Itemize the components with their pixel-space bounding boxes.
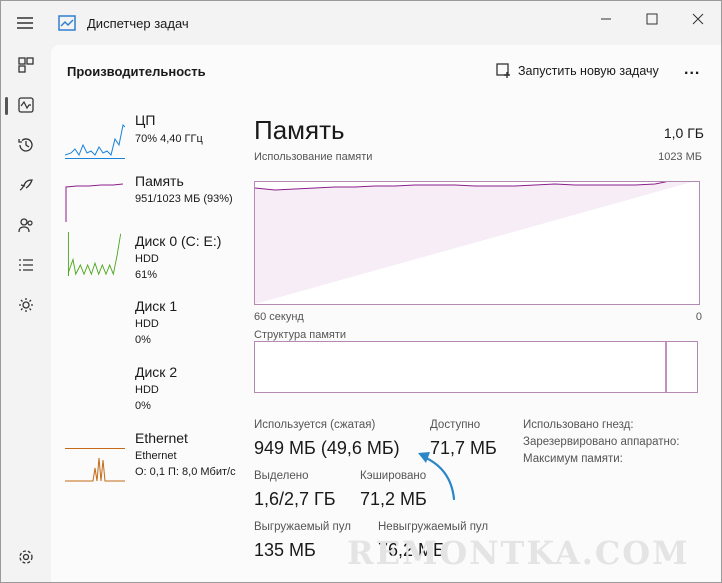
run-new-task-label: Запустить новую задачу bbox=[518, 64, 659, 78]
committed-label: Выделено bbox=[254, 470, 309, 482]
sidebar-item-label: Память bbox=[135, 173, 184, 189]
paged-pool-label: Выгружаемый пул bbox=[254, 521, 351, 533]
sidebar-item-label: ЦП bbox=[135, 112, 156, 128]
ethernet-thumbnail-graph bbox=[65, 448, 125, 482]
run-task-icon bbox=[496, 63, 510, 78]
page-title: Производительность bbox=[67, 64, 206, 79]
sidebar-item-ethernet[interactable]: Ethernet Ethernet О: 0,1 П: 8,0 Мбит/с bbox=[51, 429, 241, 489]
sidebar-item-detail: О: 0,1 П: 8,0 Мбит/с bbox=[135, 466, 236, 478]
minimize-icon bbox=[601, 18, 611, 20]
memory-composition-bar bbox=[254, 341, 698, 393]
sidebar-item-detail: 951/1023 МБ (93%) bbox=[135, 193, 233, 205]
performance-panel: Производительность Запустить новую задач… bbox=[51, 45, 721, 582]
run-new-task-button[interactable]: Запустить новую задачу bbox=[496, 63, 659, 79]
sidebar-item-detail: 70% 4,40 ГГц bbox=[135, 133, 203, 145]
users-icon[interactable] bbox=[16, 215, 36, 235]
time-axis-label: 60 секунд bbox=[254, 311, 304, 323]
memory-usage-graph bbox=[254, 181, 700, 305]
sidebar-item-memory[interactable]: Память 951/1023 МБ (93%) bbox=[51, 172, 241, 232]
memory-structure-label: Структура памяти bbox=[254, 329, 347, 341]
sidebar-item-detail: Ethernet bbox=[135, 450, 177, 462]
app-history-icon[interactable] bbox=[16, 135, 36, 155]
hamburger-menu-icon[interactable] bbox=[15, 13, 35, 33]
disk0-thumbnail-graph bbox=[67, 232, 122, 276]
zero-axis-label: 0 bbox=[695, 311, 702, 323]
title-bar: Диспетчер задач bbox=[1, 1, 721, 45]
sidebar-item-cpu[interactable]: ЦП 70% 4,40 ГГц bbox=[51, 109, 241, 169]
sidebar-item-label: Диск 0 (C: E:) bbox=[135, 233, 222, 249]
max-memory-label: Максимум памяти: bbox=[523, 453, 623, 465]
details-icon[interactable] bbox=[16, 255, 36, 275]
sidebar-item-detail: 61% bbox=[135, 269, 158, 281]
sidebar-item-disk0[interactable]: Диск 0 (C: E:) HDD 61% bbox=[51, 232, 241, 292]
close-button[interactable] bbox=[675, 5, 721, 33]
slots-used-label: Использовано гнезд: bbox=[523, 419, 634, 431]
memory-thumbnail-graph bbox=[65, 183, 124, 222]
performance-icon[interactable] bbox=[16, 95, 36, 115]
sidebar-item-detail: 0% bbox=[135, 334, 151, 346]
total-memory: 1,0 ГБ bbox=[663, 125, 704, 141]
sidebar-item-detail: HDD bbox=[135, 253, 159, 265]
memory-detail-pane: Память 1,0 ГБ Использование памяти 1023 … bbox=[254, 105, 704, 575]
arrow-annotation-icon bbox=[418, 452, 456, 501]
more-options-button[interactable]: ... bbox=[684, 61, 700, 79]
startup-apps-icon[interactable] bbox=[16, 175, 36, 195]
processes-icon[interactable] bbox=[16, 55, 36, 75]
services-icon[interactable] bbox=[16, 295, 36, 315]
available-label: Доступно bbox=[430, 419, 481, 431]
cpu-thumbnail-graph bbox=[65, 123, 125, 159]
maximize-icon bbox=[646, 13, 658, 25]
maximize-button[interactable] bbox=[629, 5, 675, 33]
task-manager-app-icon bbox=[58, 15, 76, 36]
selected-indicator bbox=[5, 97, 8, 115]
nonpaged-pool-label: Невыгружаемый пул bbox=[378, 521, 489, 533]
sidebar-item-disk1[interactable]: Диск 1 HDD 0% bbox=[51, 297, 241, 357]
sidebar-item-detail: HDD bbox=[135, 318, 159, 330]
sidebar-item-label: Ethernet bbox=[135, 430, 188, 446]
in-use-value: 949 МБ (49,6 МБ) bbox=[254, 438, 400, 458]
minimize-button[interactable] bbox=[583, 5, 629, 33]
detail-title: Память bbox=[254, 115, 345, 145]
sidebar-item-label: Диск 1 bbox=[135, 298, 178, 314]
watermark: REMONTKA.COM bbox=[347, 534, 690, 572]
close-icon bbox=[692, 13, 704, 25]
app-title: Диспетчер задач bbox=[87, 16, 189, 31]
sidebar-item-detail: 0% bbox=[135, 400, 151, 412]
memory-max-label: 1023 МБ bbox=[658, 151, 702, 163]
in-use-label: Используется (сжатая) bbox=[254, 419, 376, 431]
paged-pool-value: 135 МБ bbox=[254, 540, 316, 560]
hardware-reserved-label: Зарезервировано аппаратно: bbox=[523, 436, 680, 448]
memory-usage-label: Использование памяти bbox=[254, 151, 373, 163]
sidebar-item-detail: HDD bbox=[135, 384, 159, 396]
settings-gear-icon[interactable] bbox=[16, 547, 36, 567]
task-manager-window: Диспетчер задач Производительность Запус… bbox=[0, 0, 722, 583]
sidebar-item-label: Диск 2 bbox=[135, 364, 178, 380]
committed-value: 1,6/2,7 ГБ bbox=[254, 489, 336, 509]
sidebar-item-disk2[interactable]: Диск 2 HDD 0% bbox=[51, 363, 241, 423]
navigation-rail bbox=[1, 45, 51, 582]
